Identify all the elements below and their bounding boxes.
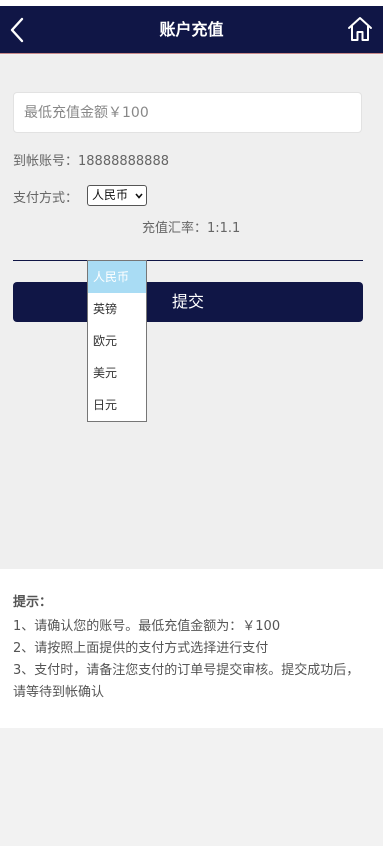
option-cny[interactable]: 人民币 — [88, 261, 146, 293]
tip-item: 1、请确认您的账号。最低充值金额为：￥100 — [13, 619, 281, 634]
tip-item: 3、支付时，请备注您支付的订单号提交审核。提交成功后，请等待到帐确认 — [13, 663, 360, 700]
home-icon[interactable] — [347, 15, 373, 43]
option-eur[interactable]: 欧元 — [88, 325, 146, 357]
tips-title: 提示： — [13, 595, 53, 610]
chevron-down-icon — [135, 193, 143, 199]
payment-selected-value: 人民币 — [92, 188, 129, 202]
payment-label: 支付方式： — [13, 191, 79, 206]
chevron-left-icon[interactable] — [6, 15, 28, 45]
tip-item: 2、请按照上面提供的支付方式选择进行支付 — [13, 641, 269, 656]
submit-button[interactable]: 提交 — [13, 282, 363, 322]
recharge-form: 到帐账号：18888888888 支付方式： 人民币 充值汇率：1:1.1 提交… — [0, 55, 383, 569]
top-navbar: 账户充值 — [0, 6, 383, 54]
account-row: 到帐账号：18888888888 — [13, 150, 169, 169]
amount-input[interactable] — [13, 92, 362, 133]
page-title: 账户充值 — [159, 20, 224, 39]
exchange-rate: 充值汇率：1:1.1 — [142, 221, 241, 236]
account-label: 到帐账号： — [13, 154, 79, 169]
divider — [13, 260, 363, 261]
option-jpy[interactable]: 日元 — [88, 389, 146, 421]
option-gbp[interactable]: 英镑 — [88, 293, 146, 325]
option-usd[interactable]: 美元 — [88, 357, 146, 389]
payment-method-select[interactable]: 人民币 — [87, 185, 147, 206]
tips-section: 提示： 1、请确认您的账号。最低充值金额为：￥100 2、请按照上面提供的支付方… — [0, 569, 383, 728]
account-value: 18888888888 — [78, 154, 169, 169]
payment-options-dropdown: 人民币 英镑 欧元 美元 日元 — [87, 260, 147, 422]
